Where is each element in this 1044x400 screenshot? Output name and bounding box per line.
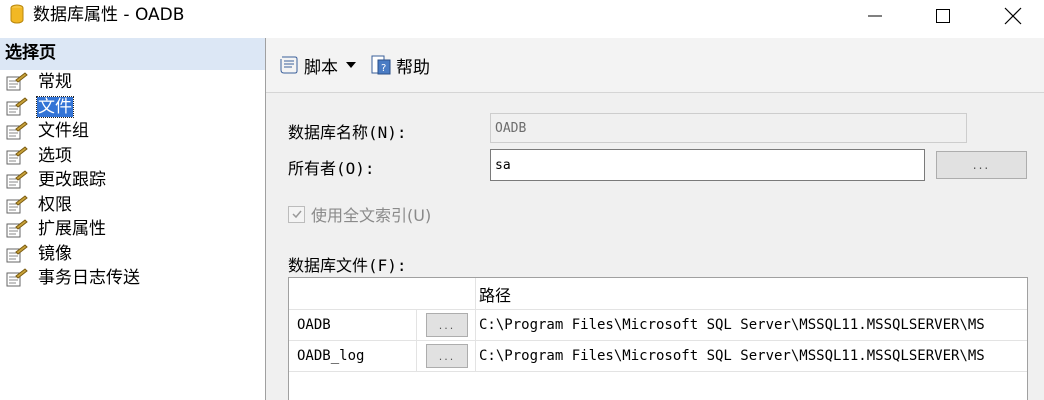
column-separator — [475, 278, 476, 309]
fulltext-label: 使用全文索引(U) — [311, 206, 432, 225]
column-separator — [475, 340, 476, 371]
property-page-icon — [6, 72, 28, 91]
help-button[interactable]: ? 帮助 — [370, 53, 430, 78]
property-page-icon — [6, 97, 28, 116]
fulltext-checkbox-row[interactable]: 使用全文索引(U) — [288, 202, 431, 226]
sidebar-item-label: 常规 — [38, 72, 72, 93]
close-button[interactable] — [990, 0, 1036, 32]
property-page-icon — [6, 121, 28, 140]
owner-field[interactable]: sa — [490, 149, 925, 181]
table-row[interactable]: OADB_log ... C:\Program Files\Microsoft … — [289, 340, 1027, 372]
maximize-button[interactable] — [920, 0, 966, 32]
script-button[interactable]: 脚本 — [278, 53, 356, 78]
sidebar-item-general[interactable]: 常规 — [0, 70, 265, 95]
sidebar-item-extended-properties[interactable]: 扩展属性 — [0, 217, 265, 242]
column-separator — [416, 340, 417, 371]
checkmark-icon — [291, 210, 302, 219]
property-page-icon — [6, 195, 28, 214]
file-name-cell[interactable]: OADB — [297, 309, 331, 340]
sidebar-item-label: 事务日志传送 — [38, 268, 140, 289]
file-browse-button[interactable]: ... — [426, 344, 468, 368]
file-name-cell[interactable]: OADB_log — [297, 340, 364, 371]
owner-browse-button[interactable]: ... — [936, 151, 1027, 179]
path-column-header: 路径 — [479, 285, 512, 305]
property-page-icon — [6, 268, 28, 287]
fulltext-checkbox[interactable] — [288, 205, 305, 223]
title-bar: 数据库属性 - OADB — [0, 0, 1044, 32]
sidebar-item-label: 更改跟踪 — [38, 170, 106, 191]
help-icon: ? — [371, 55, 391, 75]
table-row[interactable]: OADB ... C:\Program Files\Microsoft SQL … — [289, 309, 1027, 341]
property-page-icon — [6, 146, 28, 165]
sidebar-item-label: 权限 — [38, 194, 72, 215]
sidebar-item-permissions[interactable]: 权限 — [0, 193, 265, 218]
minimize-button[interactable] — [852, 0, 898, 32]
table-header-row: 路径 — [289, 278, 1027, 310]
sidebar-item-label: 文件组 — [38, 121, 89, 142]
sidebar-item-label: 扩展属性 — [38, 219, 106, 240]
property-page-icon — [6, 244, 28, 263]
owner-label: 所有者(O): — [288, 159, 375, 178]
file-browse-button[interactable]: ... — [426, 313, 468, 337]
chevron-down-icon[interactable] — [346, 62, 356, 68]
sidebar-item-label: 文件 — [36, 95, 74, 118]
db-files-label: 数据库文件(F): — [288, 256, 407, 275]
page-selector-header: 选择页 — [0, 38, 265, 70]
sidebar-item-options[interactable]: 选项 — [0, 144, 265, 169]
column-separator — [475, 309, 476, 340]
sidebar-item-label: 选项 — [38, 145, 72, 166]
sidebar-item-log-shipping[interactable]: 事务日志传送 — [0, 266, 265, 291]
script-icon — [280, 56, 298, 74]
database-icon — [10, 4, 24, 24]
sidebar-item-files[interactable]: 文件 — [0, 95, 265, 120]
close-icon — [1004, 7, 1022, 25]
maximize-icon — [936, 9, 950, 23]
db-files-table[interactable]: 路径 OADB ... C:\Program Files\Microsoft S… — [288, 277, 1028, 400]
column-separator — [416, 309, 417, 340]
page-list: 常规 文件 文件组 选项 更改跟踪 权限 扩展属性 镜像 事务日志传送 — [0, 70, 265, 291]
sidebar-item-change-tracking[interactable]: 更改跟踪 — [0, 168, 265, 193]
property-page-icon — [6, 170, 28, 189]
content-panel: 脚本 ? 帮助 数据库名称(N): OADB 所有者(O): sa ... 使用… — [266, 38, 1044, 400]
file-path-cell[interactable]: C:\Program Files\Microsoft SQL Server\MS… — [479, 309, 985, 340]
page-selector-panel: 选择页 常规 文件 文件组 选项 更改跟踪 权限 扩展属性 镜像 事务日志传送 — [0, 38, 266, 400]
sidebar-item-filegroups[interactable]: 文件组 — [0, 119, 265, 144]
file-path-cell[interactable]: C:\Program Files\Microsoft SQL Server\MS… — [479, 340, 985, 371]
sidebar-item-mirroring[interactable]: 镜像 — [0, 242, 265, 267]
minimize-icon — [868, 15, 882, 17]
db-name-label: 数据库名称(N): — [288, 123, 407, 142]
help-label: 帮助 — [396, 57, 430, 78]
toolbar: 脚本 ? 帮助 — [266, 38, 1044, 93]
db-name-field: OADB — [490, 113, 967, 143]
script-label: 脚本 — [304, 57, 338, 78]
svg-text:?: ? — [381, 63, 386, 74]
window-title: 数据库属性 - OADB — [33, 5, 185, 25]
property-page-icon — [6, 219, 28, 238]
sidebar-item-label: 镜像 — [38, 243, 72, 264]
